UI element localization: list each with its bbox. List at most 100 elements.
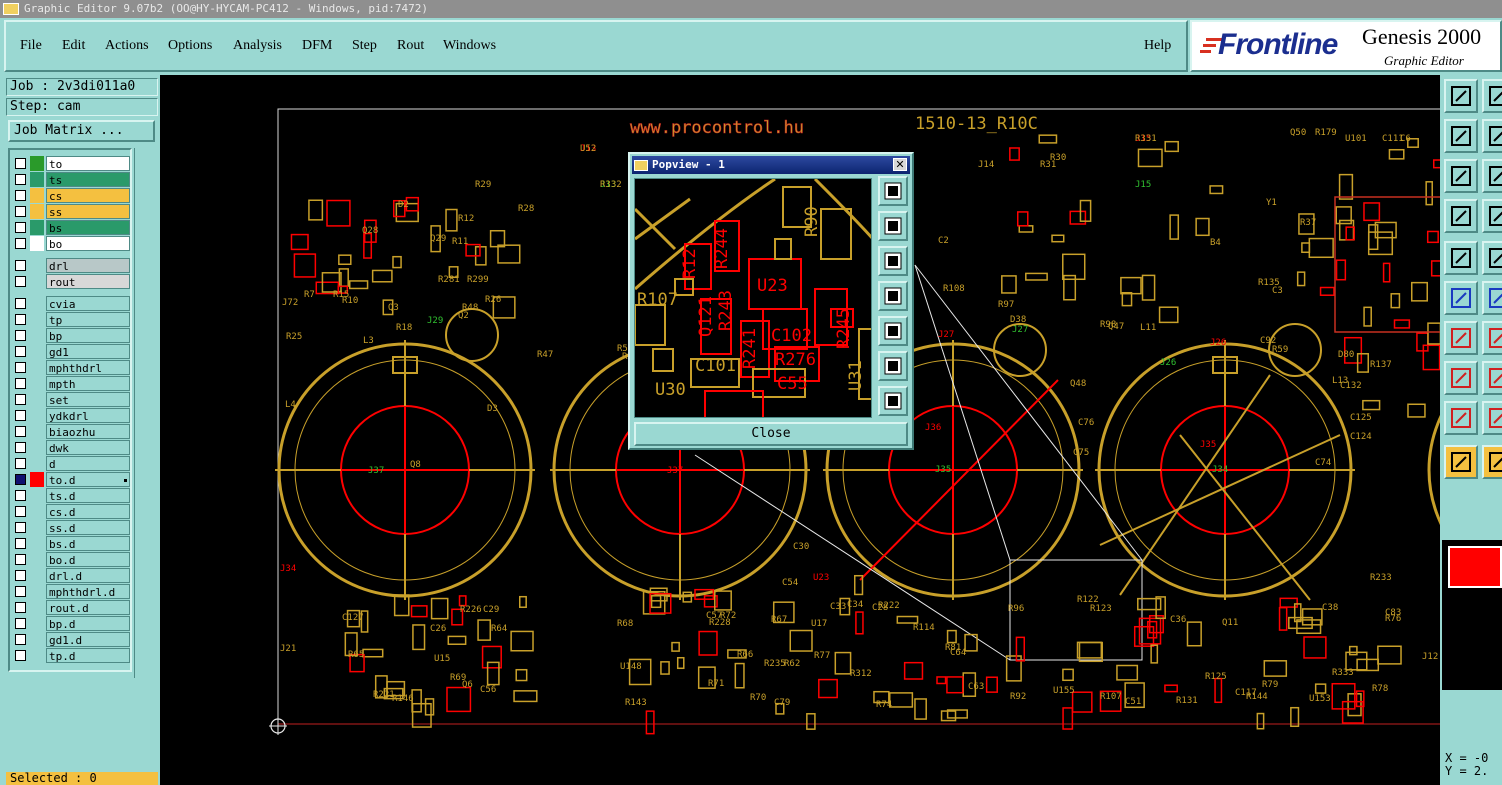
layer-name[interactable]: mphthdrl bbox=[46, 360, 130, 375]
layer-color-swatch[interactable] bbox=[30, 172, 44, 187]
layer-checkbox[interactable] bbox=[15, 634, 26, 645]
layer-row-gd1-d[interactable]: gd1.d bbox=[12, 632, 130, 647]
job-matrix-button[interactable]: Job Matrix ... bbox=[8, 120, 155, 142]
layer-name[interactable]: ss bbox=[46, 204, 130, 219]
layer-color-swatch[interactable] bbox=[30, 188, 44, 203]
layer-name[interactable]: cs bbox=[46, 188, 130, 203]
pan-button[interactable] bbox=[1444, 159, 1478, 193]
layer-row-cs-d[interactable]: cs.d bbox=[12, 504, 130, 519]
layer-row-ss-d[interactable]: ss.d bbox=[12, 520, 130, 535]
popview-canvas[interactable]: R90 R12 R244 U23 R107 Q121 R243 R245 C102 R241 R27… bbox=[634, 178, 872, 418]
layer-row-bp-d[interactable]: bp.d bbox=[12, 616, 130, 631]
popview-close-button[interactable]: Close bbox=[634, 422, 908, 446]
net-button-2[interactable] bbox=[1482, 281, 1502, 315]
pad-button-2[interactable] bbox=[1482, 361, 1502, 395]
layer-name[interactable]: mphthdrl.d bbox=[46, 584, 130, 599]
layer-name[interactable]: rout bbox=[46, 274, 130, 289]
net-button[interactable] bbox=[1444, 281, 1478, 315]
layer-checkbox[interactable] bbox=[15, 570, 26, 581]
menu-file[interactable]: File bbox=[20, 38, 42, 54]
layer-row-ydkdrl[interactable]: ydkdrl bbox=[12, 408, 130, 423]
layer-row-to-d[interactable]: to.d bbox=[12, 472, 130, 487]
layer-checkbox[interactable] bbox=[15, 586, 26, 597]
layer-checkbox[interactable] bbox=[15, 206, 26, 217]
layer-row-bo[interactable]: bo bbox=[12, 236, 130, 251]
layer-checkbox[interactable] bbox=[15, 650, 26, 661]
zoom-in-button[interactable] bbox=[1444, 79, 1478, 113]
zoom-in-button-2[interactable] bbox=[1482, 79, 1502, 113]
menu-rout[interactable]: Rout bbox=[397, 38, 424, 54]
layer-checkbox[interactable] bbox=[15, 522, 26, 533]
menu-actions[interactable]: Actions bbox=[105, 38, 149, 54]
layer-row-tp-d[interactable]: tp.d bbox=[12, 648, 130, 663]
layer-row-gd1[interactable]: gd1 bbox=[12, 344, 130, 359]
layer-color-swatch[interactable] bbox=[30, 156, 44, 171]
layer-checkbox[interactable] bbox=[15, 276, 26, 287]
layer-name[interactable]: to bbox=[46, 156, 130, 171]
layer-name[interactable]: bs.d bbox=[46, 536, 130, 551]
snap-button-2[interactable] bbox=[1482, 241, 1502, 275]
layer-name[interactable]: gd1.d bbox=[46, 632, 130, 647]
pan-button-2[interactable] bbox=[1482, 159, 1502, 193]
measure-button-2[interactable] bbox=[1482, 199, 1502, 233]
pv-fit-button[interactable] bbox=[878, 351, 908, 381]
layer-name[interactable]: ss.d bbox=[46, 520, 130, 535]
layer-row-set[interactable]: set bbox=[12, 392, 130, 407]
layer-name[interactable]: drl bbox=[46, 258, 130, 273]
layer-row-rout-d[interactable]: rout.d bbox=[12, 600, 130, 615]
layer-color-swatch[interactable] bbox=[30, 258, 44, 273]
layer-checkbox[interactable] bbox=[15, 260, 26, 271]
layer-checkbox[interactable] bbox=[15, 378, 26, 389]
layer-name[interactable]: tp bbox=[46, 312, 130, 327]
layer-row-tp[interactable]: tp bbox=[12, 312, 130, 327]
layer-checkbox[interactable] bbox=[15, 314, 26, 325]
layer-name[interactable]: dwk bbox=[46, 440, 130, 455]
layer-name[interactable]: bp bbox=[46, 328, 130, 343]
layer-row-bs-d[interactable]: bs.d bbox=[12, 536, 130, 551]
layer-color-swatch[interactable] bbox=[30, 204, 44, 219]
layer-checkbox[interactable] bbox=[15, 538, 26, 549]
layer-checkbox[interactable] bbox=[15, 458, 26, 469]
menu-help[interactable]: Help bbox=[1144, 38, 1171, 54]
zoom-out-button[interactable] bbox=[1444, 119, 1478, 153]
layer-checkbox[interactable] bbox=[15, 330, 26, 341]
layer-name[interactable]: cvia bbox=[46, 296, 130, 311]
layer-color-swatch[interactable] bbox=[30, 236, 44, 251]
layer-name[interactable]: bs bbox=[46, 220, 130, 235]
layer-checkbox[interactable] bbox=[15, 474, 26, 485]
line-button-2[interactable] bbox=[1482, 321, 1502, 355]
select-arrow-button-2[interactable] bbox=[1482, 445, 1502, 479]
layer-checkbox[interactable] bbox=[15, 158, 26, 169]
layer-checkbox[interactable] bbox=[15, 602, 26, 613]
pad-button[interactable] bbox=[1444, 361, 1478, 395]
surface-button-2[interactable] bbox=[1482, 401, 1502, 435]
layer-checkbox[interactable] bbox=[15, 554, 26, 565]
layer-checkbox[interactable] bbox=[15, 362, 26, 373]
layer-row-ts[interactable]: ts bbox=[12, 172, 130, 187]
pv-home-button[interactable] bbox=[878, 386, 908, 416]
layer-row-rout[interactable]: rout bbox=[12, 274, 130, 289]
layer-name[interactable]: drl.d bbox=[46, 568, 130, 583]
select-arrow-button[interactable] bbox=[1444, 445, 1478, 479]
layer-checkbox[interactable] bbox=[15, 426, 26, 437]
layer-name[interactable]: ts bbox=[46, 172, 130, 187]
layer-color-swatch[interactable] bbox=[30, 472, 44, 487]
line-button[interactable] bbox=[1444, 321, 1478, 355]
layer-name[interactable]: gd1 bbox=[46, 344, 130, 359]
menu-edit[interactable]: Edit bbox=[62, 38, 85, 54]
layer-checkbox[interactable] bbox=[15, 442, 26, 453]
layer-name[interactable]: bo.d bbox=[46, 552, 130, 567]
layer-checkbox[interactable] bbox=[15, 506, 26, 517]
layer-name[interactable]: rout.d bbox=[46, 600, 130, 615]
layer-row-drl-d[interactable]: drl.d bbox=[12, 568, 130, 583]
layer-row-d[interactable]: d bbox=[12, 456, 130, 471]
layer-row-ts-d[interactable]: ts.d bbox=[12, 488, 130, 503]
layer-name[interactable]: mpth bbox=[46, 376, 130, 391]
layer-row-dwk[interactable]: dwk bbox=[12, 440, 130, 455]
popview-close-icon[interactable]: ✕ bbox=[893, 158, 907, 171]
layer-name[interactable]: bp.d bbox=[46, 616, 130, 631]
pv-left-button[interactable] bbox=[878, 281, 908, 311]
surface-button[interactable] bbox=[1444, 401, 1478, 435]
snap-button[interactable] bbox=[1444, 241, 1478, 275]
layer-checkbox[interactable] bbox=[15, 174, 26, 185]
